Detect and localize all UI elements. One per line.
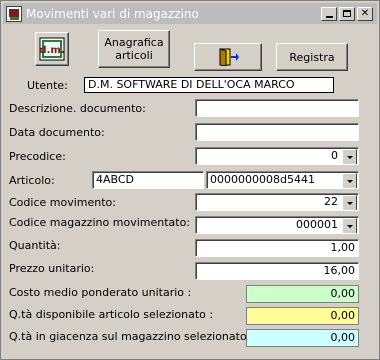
codice-movimento-label: Codice movimento: <box>9 196 116 209</box>
codice-magazzino-select[interactable]: 000001 <box>195 216 359 234</box>
descrizione-field[interactable] <box>195 99 359 117</box>
minimize-icon <box>325 15 333 18</box>
descrizione-label: Descrizione. documento: <box>9 102 146 115</box>
registra-button[interactable]: Registra <box>276 43 348 71</box>
giacenza-value: 0,00 <box>246 329 359 347</box>
utente-label: Utente: <box>27 79 68 92</box>
giacenza-label: Q.tà in giacenza sul magazzino seleziona… <box>9 330 254 343</box>
codice-magazzino-dropdown-button[interactable] <box>342 218 357 233</box>
chevron-down-icon <box>346 179 353 183</box>
maximize-icon <box>343 10 351 17</box>
quantita-field[interactable]: 1,00 <box>195 239 359 257</box>
chevron-down-icon <box>346 201 353 205</box>
utente-field: D.M. SOFTWARE DI DELL'OCA MARCO <box>84 77 334 93</box>
articolo-select[interactable]: 0000000008d5441 <box>206 171 359 189</box>
minimize-button[interactable] <box>321 6 337 21</box>
app-icon <box>6 5 22 22</box>
data-documento-field[interactable] <box>195 123 359 141</box>
precodice-select[interactable]: 0 <box>195 147 359 165</box>
articolo-id-value: 0000000008d5441 <box>210 173 315 186</box>
main-window: Movimenti vari di magazzino ✕ d.m. Anagr… <box>0 0 380 360</box>
logo-text: d.m. <box>39 45 64 56</box>
costo-medio-value: 0,00 <box>246 285 359 303</box>
title-bar[interactable]: Movimenti vari di magazzino ✕ <box>3 3 377 24</box>
costo-medio-label: Costo medio ponderato unitario : <box>9 286 192 299</box>
registra-label: Registra <box>289 50 335 64</box>
codice-movimento-dropdown-button[interactable] <box>342 195 357 210</box>
logo-button[interactable]: d.m. <box>35 32 69 66</box>
dm-logo-icon: d.m. <box>39 37 65 61</box>
anagrafica-articoli-label: Anagrafica articoli <box>104 36 164 62</box>
codice-magazzino-label: Codice magazzino movimentato: <box>9 216 191 229</box>
articolo-dropdown-button[interactable] <box>342 173 357 188</box>
articolo-code-field[interactable]: 4ABCD <box>92 171 204 189</box>
maximize-button[interactable] <box>339 6 355 21</box>
chevron-down-icon <box>346 155 353 159</box>
quantita-label: Quantità: <box>9 239 61 252</box>
anagrafica-articoli-button[interactable]: Anagrafica articoli <box>98 30 170 68</box>
data-documento-label: Data documento: <box>9 126 105 139</box>
articolo-label: Articolo: <box>9 174 55 187</box>
prezzo-unitario-field[interactable]: 16,00 <box>195 262 359 280</box>
precodice-value: 0 <box>331 149 338 162</box>
door-exit-icon <box>219 48 239 66</box>
codice-movimento-value: 22 <box>324 195 338 208</box>
codice-magazzino-value: 000001 <box>296 218 338 231</box>
chevron-down-icon <box>346 224 353 228</box>
window-title: Movimenti vari di magazzino <box>26 6 199 21</box>
disponibile-label: Q.tà disponibile articolo selezionato : <box>9 308 214 321</box>
precodice-dropdown-button[interactable] <box>342 149 357 164</box>
exit-button[interactable] <box>194 43 262 71</box>
close-icon: ✕ <box>360 7 370 19</box>
precodice-label: Precodice: <box>9 150 66 163</box>
codice-movimento-select[interactable]: 22 <box>195 193 359 211</box>
disponibile-value: 0,00 <box>246 307 359 325</box>
close-button[interactable]: ✕ <box>357 6 373 21</box>
prezzo-unitario-label: Prezzo unitario: <box>9 262 95 275</box>
